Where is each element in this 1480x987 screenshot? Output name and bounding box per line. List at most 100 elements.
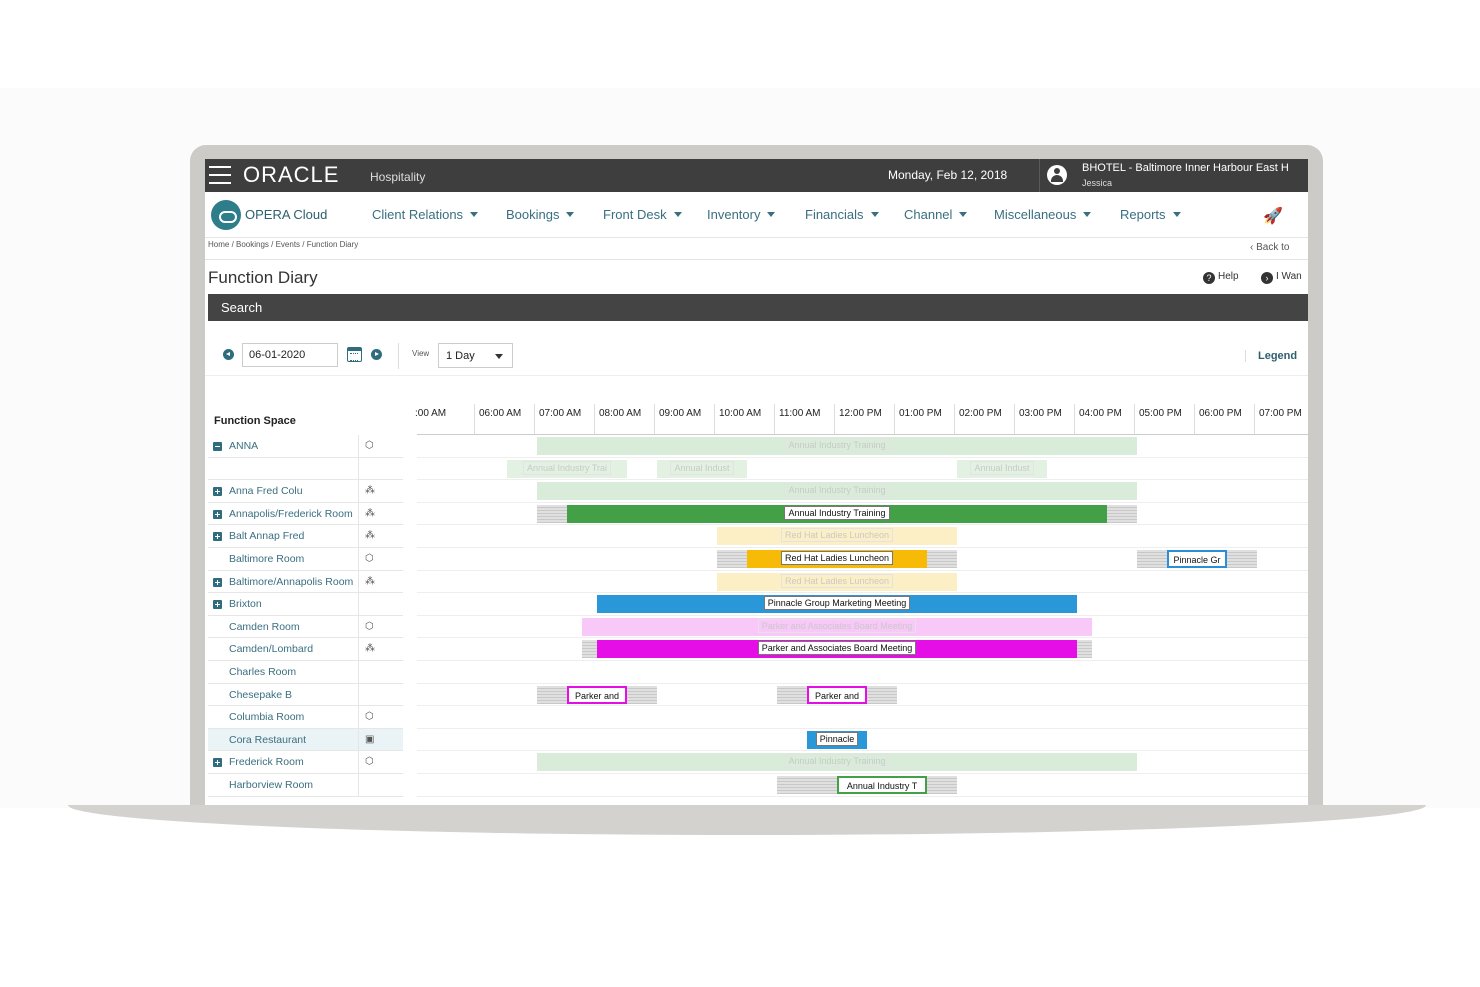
view-label: View: [412, 349, 430, 358]
function-space-name[interactable]: Camden Room: [229, 621, 357, 633]
function-space-row[interactable]: Harborview Room: [208, 774, 403, 797]
function-space-name[interactable]: Columbia Room: [229, 711, 357, 723]
calendar-icon[interactable]: [347, 347, 362, 362]
function-space-name[interactable]: Annapolis/Frederick Room: [229, 508, 357, 520]
opera-cloud-icon[interactable]: [211, 200, 241, 230]
event-block[interactable]: Annual Industry T: [837, 776, 927, 794]
menu-channel[interactable]: Channel: [904, 207, 968, 222]
date-input[interactable]: 06-01-2020: [242, 343, 338, 367]
function-space-name[interactable]: Frederick Room: [229, 756, 357, 768]
menu-miscellaneous[interactable]: Miscellaneous: [994, 207, 1092, 222]
back-link[interactable]: ‹ Back to: [1250, 242, 1289, 253]
time-slot-label: 07:00 PM: [1259, 408, 1302, 419]
help-link[interactable]: ? Help: [1203, 271, 1239, 284]
event-block[interactable]: Parker and: [567, 685, 627, 704]
setup-teardown-block: [1077, 640, 1092, 659]
user-icon[interactable]: [1047, 165, 1067, 185]
function-space-row[interactable]: Camden Room ⬡: [208, 615, 403, 639]
breadcrumb[interactable]: Home / Bookings / Events / Function Diar…: [208, 240, 358, 249]
setup-teardown-block: [627, 685, 657, 704]
menu-inventory[interactable]: Inventory: [707, 207, 776, 222]
function-space-name[interactable]: Baltimore/Annapolis Room: [229, 576, 357, 588]
menu-reports[interactable]: Reports: [1120, 207, 1181, 222]
hamburger-menu-icon[interactable]: [209, 166, 231, 184]
time-slot-label: 07:00 AM: [539, 408, 582, 419]
menu-front-desk[interactable]: Front Desk: [603, 207, 682, 222]
event-block[interactable]: Annual Industry Training: [537, 437, 1137, 455]
timeline-border: [417, 434, 1308, 435]
event-block[interactable]: Annual Indust: [957, 459, 1047, 478]
event-block[interactable]: Annual Industry Training: [537, 753, 1137, 772]
function-space-name[interactable]: Camden/Lombard: [229, 643, 357, 655]
cube-icon: ⬡: [365, 711, 374, 723]
collapse-icon[interactable]: [213, 442, 222, 451]
function-space-name[interactable]: Harborview Room: [229, 779, 357, 791]
time-slot-label: 06:00 AM: [479, 408, 522, 419]
expand-icon[interactable]: [213, 577, 222, 587]
chevron-down-icon: [566, 212, 575, 217]
legend-link[interactable]: Legend: [1245, 350, 1297, 362]
event-label: Annual Indust: [670, 460, 734, 475]
function-space-row[interactable]: Columbia Room ⬡: [208, 706, 403, 729]
event-block[interactable]: Annual Industry Training: [567, 504, 1107, 523]
event-block[interactable]: Red Hat Ladies Luncheon: [717, 572, 957, 591]
event-block[interactable]: Annual Indust: [657, 459, 747, 478]
space-type-cell: [358, 593, 403, 616]
function-space-row[interactable]: Annapolis/Frederick Room ⁂: [208, 502, 403, 526]
next-day-icon[interactable]: [371, 349, 382, 360]
function-space-row[interactable]: Baltimore/Annapolis Room ⁂: [208, 570, 403, 594]
function-space-row[interactable]: Brixton: [208, 593, 403, 616]
timeline-row-line: [417, 592, 1308, 594]
space-type-cell: [358, 774, 403, 796]
function-space-row[interactable]: [208, 457, 403, 481]
menu-financials[interactable]: Financials: [805, 207, 879, 222]
function-space-row[interactable]: Frederick Room ⬡: [208, 751, 403, 774]
event-block[interactable]: Red Hat Ladies Luncheon: [717, 527, 957, 546]
combo-icon: ⁂: [365, 575, 375, 587]
event-block[interactable]: Pinnacle Gr: [1167, 550, 1227, 568]
expand-icon[interactable]: [213, 509, 222, 519]
event-block[interactable]: Parker and: [807, 685, 867, 704]
function-space-name[interactable]: Cora Restaurant: [229, 734, 357, 746]
function-space-name[interactable]: Brixton: [229, 598, 357, 610]
function-space-name[interactable]: ANNA: [229, 440, 357, 452]
function-space-row[interactable]: Charles Room: [208, 661, 403, 684]
previous-day-icon[interactable]: [223, 349, 234, 360]
event-block[interactable]: Annual Industry Training: [537, 482, 1137, 501]
function-space-name[interactable]: Anna Fred Colu: [229, 485, 357, 497]
event-label: Pinnacle Gr: [1173, 555, 1221, 565]
event-block[interactable]: Parker and Associates Board Meeting: [597, 640, 1077, 659]
expand-icon[interactable]: [213, 600, 222, 610]
view-select[interactable]: 1 Day: [438, 343, 513, 368]
function-space-name[interactable]: Baltimore Room: [229, 553, 357, 565]
i-want-to-link[interactable]: › I Wan: [1261, 271, 1302, 284]
rocket-icon[interactable]: 🚀: [1263, 206, 1283, 226]
event-block[interactable]: Pinnacle: [807, 730, 867, 749]
function-space-row[interactable]: Baltimore Room ⬡: [208, 548, 403, 571]
function-space-name[interactable]: Charles Room: [229, 666, 357, 678]
expand-icon[interactable]: [213, 758, 222, 768]
event-block[interactable]: Annual Industry Trai: [507, 459, 627, 478]
function-space-row[interactable]: Camden/Lombard ⁂: [208, 638, 403, 661]
help-icon: ?: [1203, 272, 1215, 284]
menu-client-relations[interactable]: Client Relations: [372, 207, 479, 222]
event-block[interactable]: Red Hat Ladies Luncheon: [747, 550, 927, 568]
hotel-name[interactable]: BHOTEL - Baltimore Inner Harbour East H: [1082, 162, 1289, 174]
expand-icon[interactable]: [213, 487, 222, 497]
time-gridline: [1194, 404, 1195, 434]
time-slot-label: 11:00 AM: [779, 408, 821, 419]
menu-bookings[interactable]: Bookings: [506, 207, 575, 222]
event-block[interactable]: Pinnacle Group Marketing Meeting: [597, 595, 1077, 614]
event-block[interactable]: Parker and Associates Board Meeting: [582, 617, 1092, 636]
expand-icon[interactable]: [213, 532, 222, 542]
function-space-name[interactable]: Balt Annap Fred: [229, 530, 357, 542]
function-space-row[interactable]: Chesepake B: [208, 683, 403, 707]
function-space-row[interactable]: Balt Annap Fred ⁂: [208, 525, 403, 548]
search-panel-header[interactable]: Search: [208, 294, 1308, 321]
function-space-row[interactable]: ANNA ⬡: [208, 435, 403, 458]
function-space-row[interactable]: Cora Restaurant ▣: [208, 728, 403, 752]
function-space-row[interactable]: Anna Fred Colu ⁂: [208, 480, 403, 503]
chevron-down-icon: [673, 212, 682, 217]
opera-cloud-label[interactable]: OPERA Cloud: [245, 207, 327, 222]
function-space-name[interactable]: Chesepake B: [229, 689, 357, 701]
